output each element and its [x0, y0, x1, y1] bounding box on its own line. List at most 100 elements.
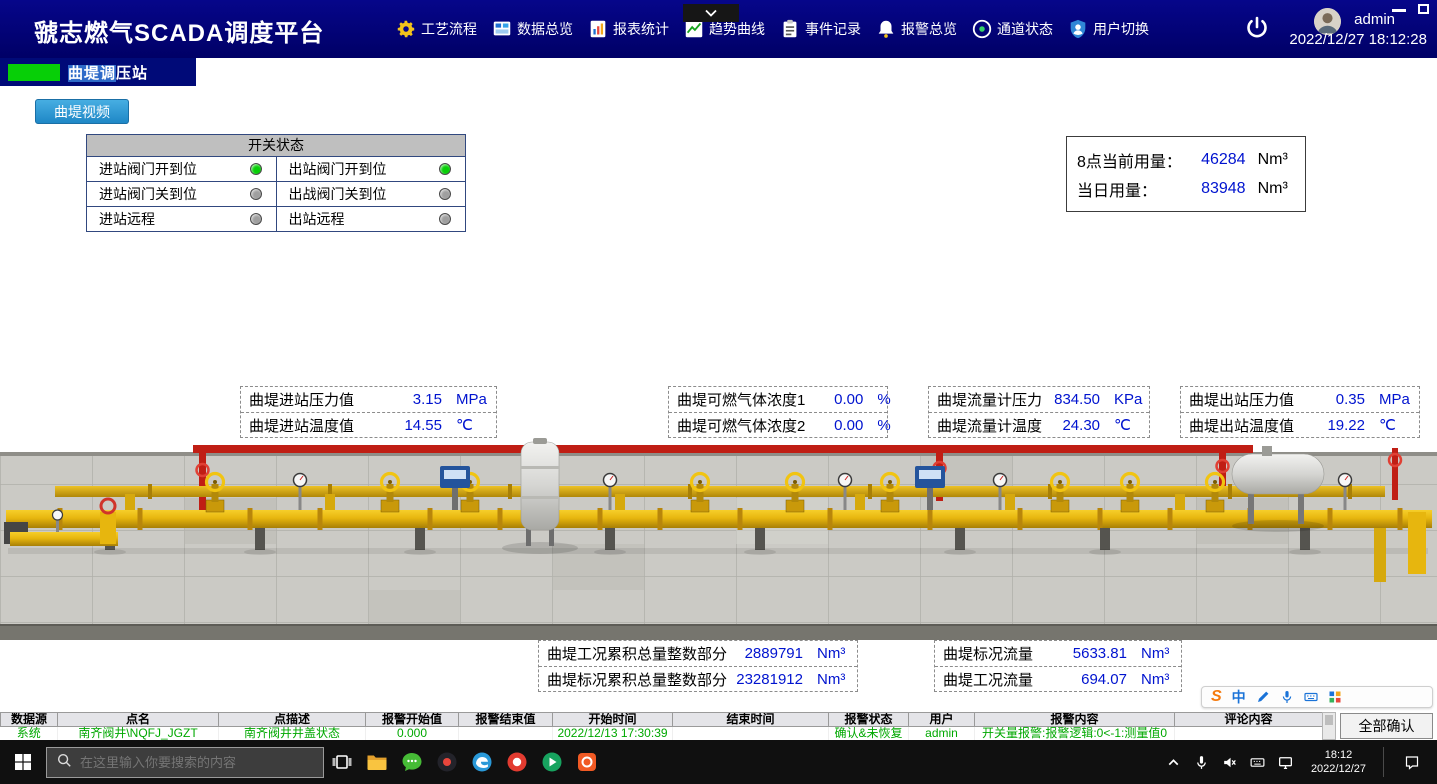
measure-label: 曲堤标况累积总量整数部分	[547, 669, 736, 690]
measure-label: 曲堤流量计压力	[937, 389, 1042, 410]
measure-label: 曲堤流量计温度	[937, 415, 1042, 436]
window-controls	[1392, 4, 1429, 14]
power-button[interactable]	[1242, 14, 1272, 44]
menu-item-channel-status[interactable]: 通道状态	[971, 18, 1053, 40]
measure-value: 2889791	[745, 645, 803, 662]
alarm-cell-end-value	[459, 727, 553, 741]
switch-status-title: 开关状态	[87, 135, 465, 156]
pen-icon[interactable]	[1256, 690, 1270, 704]
indicator-light	[439, 188, 451, 200]
gas-concentration-panel: 曲堤可燃气体浓度1 0.00 % 曲堤可燃气体浓度2 0.00 %	[668, 386, 888, 438]
alarm-col-end-time: 结束时间	[673, 713, 829, 727]
switch-label: 进站阀门开到位	[99, 159, 250, 179]
alarm-col-start-time: 开始时间	[553, 713, 673, 727]
alarm-row[interactable]: 系统 南齐阀井\NQFJ_JGZT 南齐阀井井盖状态 0.000 2022/12…	[1, 727, 1323, 741]
indicator-light	[250, 163, 262, 175]
taskbar-apps	[324, 740, 604, 784]
menu-label: 报警总览	[901, 19, 957, 39]
minimize-button[interactable]	[1392, 9, 1406, 12]
measure-row: 曲堤流量计温度 24.30 ℃	[929, 412, 1149, 437]
measure-label: 曲堤进站压力值	[249, 389, 384, 410]
usage-value: 46284	[1201, 151, 1246, 169]
usage-row: 当日用量： 83948 Nm³	[1077, 177, 1295, 201]
tray-keyboard-icon[interactable]	[1249, 754, 1266, 771]
dark-app-icon[interactable]	[429, 740, 464, 784]
measure-unit: Nm³	[1127, 671, 1173, 688]
measure-unit: ℃	[442, 416, 488, 434]
red-app-icon[interactable]	[499, 740, 534, 784]
taskbar-search[interactable]	[46, 747, 324, 778]
ime-toolbar: S 中	[1201, 686, 1433, 708]
maximize-button[interactable]	[1418, 4, 1429, 14]
confirm-all-button[interactable]: 全部确认	[1340, 713, 1433, 739]
ime-mode-indicator[interactable]: 中	[1232, 690, 1246, 704]
station-name-rest: 压站	[116, 65, 148, 82]
measure-value: 834.50	[1042, 391, 1100, 408]
measure-label: 曲堤进站温度值	[249, 415, 384, 436]
alarm-cell-source: 系统	[1, 727, 58, 741]
measure-row: 曲堤标况累积总量整数部分 23281912 Nm³	[539, 666, 857, 691]
menu-item-data-overview[interactable]: 数据总览	[491, 18, 573, 40]
measure-value: 694.07	[1069, 671, 1127, 688]
sogou-logo-icon[interactable]: S	[1211, 689, 1222, 705]
windows-logo-icon	[14, 753, 32, 771]
video-button[interactable]: 曲堤视频	[35, 99, 129, 124]
process-flow-icon	[395, 18, 417, 40]
menu-item-user-switch[interactable]: 用户切换	[1067, 18, 1149, 40]
switch-row: 进站远程 出站远程	[87, 206, 465, 231]
measure-unit: KPa	[1100, 391, 1142, 408]
taskbar-clock[interactable]: 18:12 2022/12/27	[1305, 748, 1372, 777]
trend-dropdown[interactable]	[683, 4, 739, 22]
measure-row: 曲堤出站压力值 0.35 MPa	[1181, 387, 1419, 412]
tray-network-icon[interactable]	[1277, 754, 1294, 771]
measure-value: 23281912	[736, 671, 803, 688]
chat-app-icon[interactable]	[394, 740, 429, 784]
tray-speaker-icon[interactable]	[1221, 754, 1238, 771]
taskbar-time: 18:12	[1311, 748, 1366, 762]
event-log-icon	[779, 18, 801, 40]
measure-value: 0.00	[805, 417, 863, 434]
measure-row: 曲堤进站温度值 14.55 ℃	[241, 412, 496, 437]
switch-label: 出站阀门开到位	[289, 159, 440, 179]
station-tab-qudi[interactable]: 曲堤调压站	[0, 58, 196, 86]
task-view-button[interactable]	[324, 740, 359, 784]
menu-item-alarm-overview[interactable]: 报警总览	[875, 18, 957, 40]
scrollbar-thumb[interactable]	[1325, 715, 1333, 725]
station-name: 曲堤调压站	[68, 62, 148, 83]
switch-label: 出战阀门关到位	[289, 184, 440, 204]
tray-microphone-icon[interactable]	[1193, 754, 1210, 771]
alarm-col-status: 报警状态	[829, 713, 909, 727]
tray-chevron-up-icon[interactable]	[1165, 754, 1182, 771]
menu-item-report-statistics[interactable]: 报表统计	[587, 18, 669, 40]
measure-unit: Nm³	[803, 671, 849, 688]
file-explorer-icon[interactable]	[359, 740, 394, 784]
search-icon	[56, 752, 72, 773]
switch-row: 进站阀门关到位 出战阀门关到位	[87, 181, 465, 206]
station-status-swatch	[8, 64, 60, 81]
start-button[interactable]	[0, 740, 46, 784]
alarm-scrollbar[interactable]	[1322, 712, 1336, 740]
toolbox-icon[interactable]	[1328, 690, 1342, 704]
station-name-selected: 曲堤调	[68, 65, 116, 82]
microphone-icon[interactable]	[1280, 690, 1294, 704]
switch-cell: 进站阀门关到位	[87, 182, 277, 206]
media-player-icon[interactable]	[534, 740, 569, 784]
alarm-col-end-value: 报警结束值	[459, 713, 553, 727]
keyboard-icon[interactable]	[1304, 690, 1318, 704]
measure-row: 曲堤进站压力值 3.15 MPa	[241, 387, 496, 412]
indicator-light	[439, 213, 451, 225]
usage-unit: Nm³	[1246, 180, 1295, 198]
orange-app-icon[interactable]	[569, 740, 604, 784]
usage-label: 8点当前用量：	[1077, 148, 1201, 172]
menu-item-event-log[interactable]: 事件记录	[779, 18, 861, 40]
menu-label: 报表统计	[613, 19, 669, 39]
measure-label: 曲堤可燃气体浓度1	[677, 389, 805, 410]
header-bar: 虢志燃气SCADA调度平台 工艺流程 数据总览 报表统计	[0, 0, 1437, 58]
system-datetime: 2022/12/27 18:12:28	[1289, 31, 1427, 48]
station-tab-bar: 曲堤调压站	[0, 58, 1437, 86]
switch-cell: 出站阀门开到位	[277, 157, 466, 181]
menu-item-process-flow[interactable]: 工艺流程	[395, 18, 477, 40]
action-center-button[interactable]	[1395, 740, 1429, 784]
edge-browser-icon[interactable]	[464, 740, 499, 784]
search-input[interactable]	[80, 755, 314, 770]
